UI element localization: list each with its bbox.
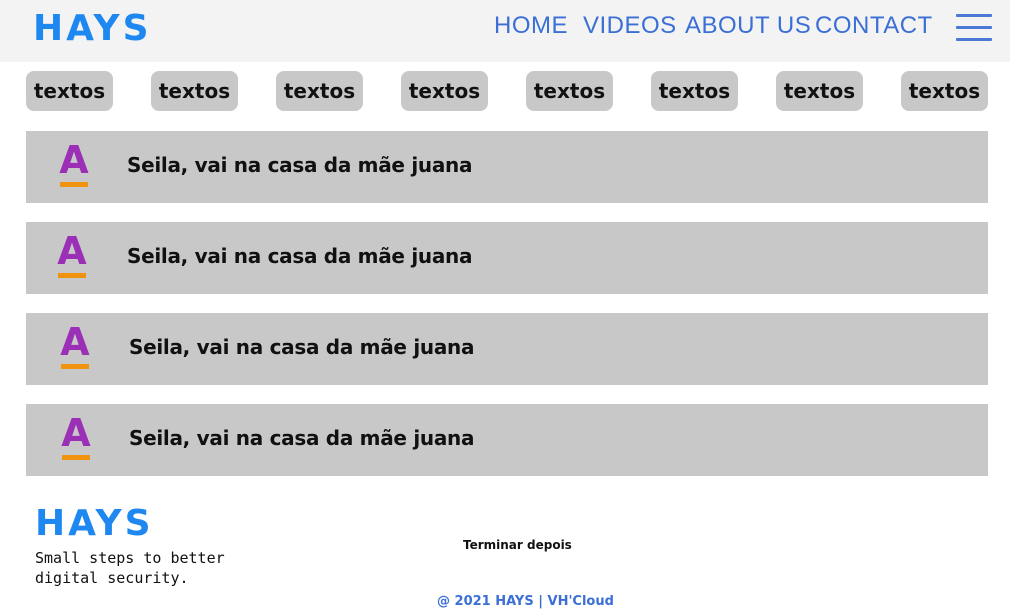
- text-chip[interactable]: textos: [26, 71, 113, 111]
- message-card[interactable]: A Seila, vai na casa da mãe juana: [26, 313, 988, 385]
- avatar-underline: [58, 273, 86, 278]
- card-text: Seila, vai na casa da mãe juana: [127, 244, 473, 268]
- message-card[interactable]: A Seila, vai na casa da mãe juana: [26, 404, 988, 476]
- text-chip[interactable]: textos: [526, 71, 613, 111]
- footer-tagline: Small steps to better digital security.: [35, 549, 225, 587]
- avatar-underline: [61, 364, 89, 369]
- nav-videos[interactable]: VIDEOS: [583, 12, 677, 40]
- avatar-letter: A: [61, 411, 91, 455]
- avatar-letter: A: [60, 320, 90, 364]
- hamburger-icon[interactable]: [956, 14, 992, 42]
- card-text: Seila, vai na casa da mãe juana: [127, 153, 473, 177]
- text-chip[interactable]: textos: [276, 71, 363, 111]
- footer-copyright: @ 2021 HAYS | VH'Cloud: [437, 594, 614, 609]
- avatar-underline: [62, 455, 90, 460]
- message-card[interactable]: A Seila, vai na casa da mãe juana: [26, 131, 988, 203]
- avatar-underline: [60, 182, 88, 187]
- avatar-letter: A: [59, 138, 89, 182]
- avatar-letter: A: [57, 229, 87, 273]
- message-card[interactable]: A Seila, vai na casa da mãe juana: [26, 222, 988, 294]
- nav-about-us[interactable]: ABOUT US: [685, 12, 811, 40]
- nav-contact[interactable]: CONTACT: [815, 12, 933, 40]
- brand-logo[interactable]: HAYS: [33, 8, 152, 49]
- footer-brand-logo[interactable]: HAYS: [35, 503, 154, 544]
- text-chip[interactable]: textos: [401, 71, 488, 111]
- text-chip[interactable]: textos: [901, 71, 988, 111]
- text-chip[interactable]: textos: [651, 71, 738, 111]
- top-bar: HAYS HOME VIDEOS ABOUT US CONTACT: [0, 0, 1010, 62]
- text-chip[interactable]: textos: [151, 71, 238, 111]
- footer-note: Terminar depois: [463, 538, 572, 552]
- nav-home[interactable]: HOME: [494, 12, 568, 40]
- card-text: Seila, vai na casa da mãe juana: [129, 426, 475, 450]
- text-chip[interactable]: textos: [776, 71, 863, 111]
- card-text: Seila, vai na casa da mãe juana: [129, 335, 475, 359]
